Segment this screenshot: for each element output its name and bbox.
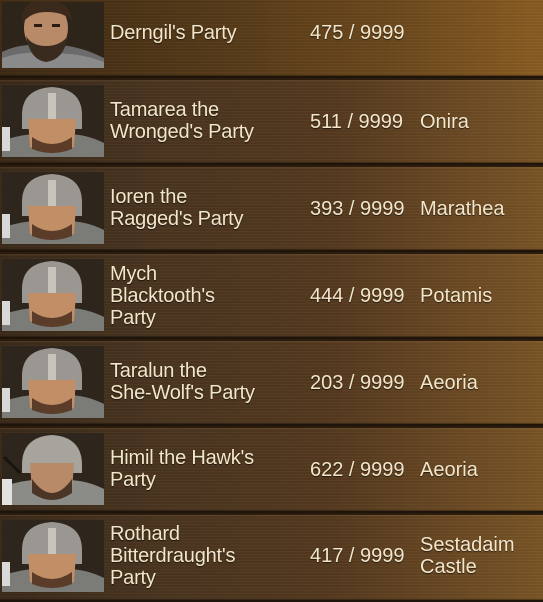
party-size: 444 / 9999: [310, 285, 405, 307]
party-location: Marathea: [420, 198, 505, 220]
party-list: Derngil's Party 475 / 9999 Tamarea the W…: [0, 0, 543, 602]
helmeted-soldier-portrait: [2, 346, 104, 418]
party-name: Taralun the She-Wolf's Party: [110, 360, 255, 404]
party-name: Ioren the Ragged's Party: [110, 186, 244, 230]
bare-head-bearded-lord-portrait: [2, 2, 104, 68]
party-row-derngil[interactable]: Derngil's Party 475 / 9999: [0, 0, 543, 78]
party-row-tamarea[interactable]: Tamarea the Wronged's Party 511 / 9999 O…: [0, 78, 543, 165]
helmeted-soldier-portrait: [2, 520, 104, 592]
party-name: Himil the Hawk's Party: [110, 447, 254, 491]
helmeted-soldier-portrait: [2, 172, 104, 244]
party-size: 622 / 9999: [310, 459, 405, 481]
party-name: Derngil's Party: [110, 22, 237, 44]
party-row-taralun[interactable]: Taralun the She-Wolf's Party 203 / 9999 …: [0, 339, 543, 426]
party-name: Tamarea the Wronged's Party: [110, 99, 254, 143]
party-location: Sestadaim Castle: [420, 534, 515, 578]
party-row-rothard[interactable]: Rothard Bitterdraught's Party 417 / 9999…: [0, 513, 543, 602]
party-size: 417 / 9999: [310, 545, 405, 567]
party-row-himil[interactable]: Himil the Hawk's Party 622 / 9999 Aeoria: [0, 426, 543, 513]
party-name: Rothard Bitterdraught's Party: [110, 523, 236, 589]
party-location: Aeoria: [420, 459, 478, 481]
helmeted-bearded-soldier-portrait: [2, 433, 104, 505]
helmeted-soldier-portrait: [2, 85, 104, 157]
party-location: Aeoria: [420, 372, 478, 394]
party-size: 475 / 9999: [310, 22, 405, 44]
helmeted-soldier-portrait: [2, 259, 104, 331]
party-row-mych[interactable]: Mych Blacktooth's Party 444 / 9999 Potam…: [0, 252, 543, 339]
party-location: Potamis: [420, 285, 493, 307]
party-row-ioren[interactable]: Ioren the Ragged's Party 393 / 9999 Mara…: [0, 165, 543, 252]
party-size: 203 / 9999: [310, 372, 405, 394]
party-location: Onira: [420, 111, 469, 133]
party-name: Mych Blacktooth's Party: [110, 263, 215, 329]
party-size: 511 / 9999: [310, 111, 404, 133]
party-size: 393 / 9999: [310, 198, 405, 220]
